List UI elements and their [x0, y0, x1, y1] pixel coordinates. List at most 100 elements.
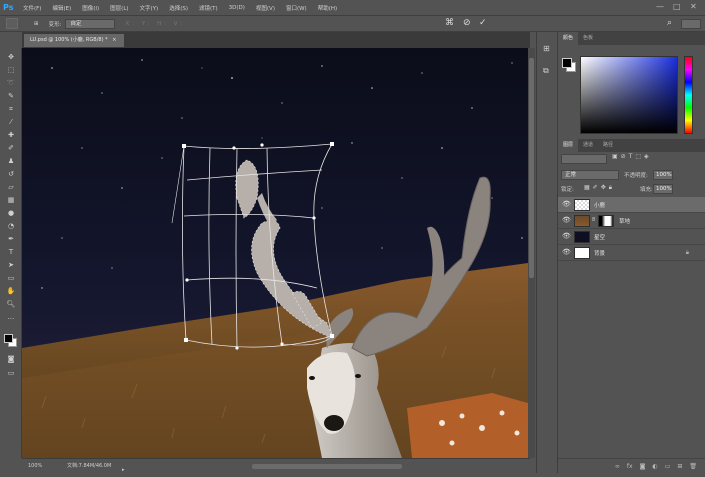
layers-panel-tabs: 图层 通道 路径: [558, 139, 705, 152]
right-panels: 颜色 色板 图层 通道 路径 ▣⊘T⬚◈ 正常 不透明度: 100% 锁定: ▦…: [558, 32, 705, 473]
menu-3d[interactable]: 3D(D): [229, 5, 245, 11]
horizontal-scrollbar[interactable]: [252, 464, 402, 469]
menu-edit[interactable]: 编辑(E): [52, 4, 71, 12]
menu-filter[interactable]: 滤镜(T): [199, 4, 218, 12]
layer-filter-select[interactable]: [561, 154, 607, 164]
commit-transform-button[interactable]: ✓: [479, 18, 487, 28]
opacity-input[interactable]: 100%: [653, 170, 673, 180]
menu-layer[interactable]: 图层(L): [110, 4, 128, 12]
tab-layers[interactable]: 图层: [558, 139, 579, 152]
screen-mode-icon[interactable]: ▭: [6, 368, 16, 378]
menu-file[interactable]: 文件(F): [23, 4, 41, 12]
color-picker-field[interactable]: [580, 56, 678, 134]
shape-tool-icon[interactable]: ▭: [6, 273, 16, 283]
layer-style-icon[interactable]: fx: [627, 463, 633, 470]
history-brush-tool-icon[interactable]: ↺: [6, 169, 16, 179]
clone-stamp-tool-icon[interactable]: ♟: [6, 156, 16, 166]
menu-view[interactable]: 视图(V): [256, 4, 275, 12]
move-tool-icon[interactable]: ✥: [6, 52, 16, 62]
blur-tool-icon[interactable]: ●: [6, 208, 16, 218]
blend-mode-select[interactable]: 正常: [561, 170, 619, 180]
brush-tool-icon[interactable]: ✐: [6, 143, 16, 153]
gradient-tool-icon[interactable]: ▦: [6, 195, 16, 205]
quick-mask-icon[interactable]: ◙: [6, 354, 16, 364]
tool-preset-icon[interactable]: [6, 18, 18, 29]
delete-layer-icon[interactable]: 🗑︎: [689, 463, 697, 470]
foreground-color-swatch[interactable]: [4, 334, 13, 343]
search-icon[interactable]: ⌕: [667, 18, 672, 28]
properties-icon[interactable]: ⧉: [543, 66, 549, 76]
type-tool-icon[interactable]: T: [6, 247, 16, 257]
eyedropper-tool-icon[interactable]: ⁄: [6, 117, 16, 127]
visibility-eye-icon[interactable]: 👁︎: [562, 233, 571, 240]
close-tab-icon[interactable]: ×: [112, 37, 116, 43]
visibility-eye-icon[interactable]: 👁︎: [562, 217, 571, 224]
warp-select[interactable]: 自定: [65, 18, 116, 29]
tab-color[interactable]: 颜色: [558, 32, 579, 45]
layer-row-grass[interactable]: 👁︎ 8 草地: [558, 213, 705, 229]
visibility-eye-icon[interactable]: 👁︎: [562, 201, 571, 208]
layer-name: 星空: [594, 235, 606, 241]
menu-help[interactable]: 帮助(H): [318, 4, 337, 12]
eraser-tool-icon[interactable]: ▱: [6, 182, 16, 192]
new-layer-icon[interactable]: ⊞: [677, 463, 682, 470]
tab-channels[interactable]: 通道: [578, 139, 598, 152]
mask-link-icon[interactable]: 8: [592, 217, 595, 223]
menu-type[interactable]: 文字(Y): [140, 4, 159, 12]
canvas-image: [22, 48, 528, 458]
layer-row-deer[interactable]: 👁︎ 小鹿: [558, 197, 705, 213]
path-select-tool-icon[interactable]: ➤: [6, 260, 16, 270]
canvas[interactable]: [22, 48, 528, 458]
close-window-button[interactable]: ✕: [690, 2, 697, 11]
layer-row-sky[interactable]: 👁︎ 星空: [558, 229, 705, 245]
maximize-button[interactable]: □: [673, 2, 681, 11]
collapsed-panels-strip: ⊞ ⧉: [536, 32, 558, 473]
quick-select-tool-icon[interactable]: ✎: [6, 91, 16, 101]
zoom-tool-icon[interactable]: 🔍︎: [6, 299, 16, 309]
menu-bar: Ps 文件(F) 编辑(E) 图像(I) 图层(L) 文字(Y) 选择(S) 滤…: [0, 0, 705, 15]
layer-row-background[interactable]: 👁︎ 背景 🔒︎: [558, 245, 705, 261]
vertical-scrollbar[interactable]: [528, 48, 535, 458]
warp-toggle-icon[interactable]: ⌘: [445, 18, 454, 28]
minimize-button[interactable]: —: [656, 2, 664, 11]
fill-input[interactable]: 100%: [653, 184, 673, 194]
history-icon[interactable]: ⊞: [543, 44, 550, 53]
add-mask-icon[interactable]: ◙: [640, 463, 646, 470]
hand-tool-icon[interactable]: ✋: [6, 286, 16, 296]
workspace-select[interactable]: [681, 19, 701, 29]
new-group-icon[interactable]: ▭: [665, 463, 671, 470]
marquee-tool-icon[interactable]: ⬚: [6, 65, 16, 75]
document-tab[interactable]: LU.psd @ 100% (小鹿, RGB/8) * ×: [24, 34, 124, 47]
deer-nose: [324, 415, 344, 431]
menu-select[interactable]: 选择(S): [169, 4, 188, 12]
layer-mask-thumbnail[interactable]: [598, 215, 614, 227]
visibility-eye-icon[interactable]: 👁︎: [562, 249, 571, 256]
scrollbar-thumb[interactable]: [529, 58, 534, 278]
tools-panel: ✥ ⬚ ➰ ✎ ⌗ ⁄ ✚ ✐ ♟ ↺ ▱ ▦ ● ◔ ✒ T ➤ ▭ ✋ 🔍︎…: [0, 48, 22, 458]
link-layers-icon[interactable]: ∞: [615, 463, 620, 470]
layer-name: 背景: [594, 251, 606, 257]
transform-mode-icon[interactable]: ⊞: [34, 21, 39, 27]
crop-tool-icon[interactable]: ⌗: [6, 104, 16, 114]
dodge-tool-icon[interactable]: ◔: [6, 221, 16, 231]
status-menu-arrow[interactable]: ▸: [122, 463, 125, 477]
layer-filter-icons[interactable]: ▣⊘T⬚◈: [612, 153, 652, 160]
cancel-transform-button[interactable]: ⊘: [463, 18, 471, 28]
healing-brush-tool-icon[interactable]: ✚: [6, 130, 16, 140]
document-tab-label: LU.psd @ 100% (小鹿, RGB/8) *: [30, 37, 108, 43]
hue-slider[interactable]: [684, 56, 693, 134]
menu-window[interactable]: 窗口(W): [286, 4, 307, 12]
lasso-tool-icon[interactable]: ➰: [6, 78, 16, 88]
more-tools-icon[interactable]: ···: [6, 314, 16, 324]
tab-paths[interactable]: 路径: [598, 139, 618, 152]
layer-thumbnail: [574, 247, 590, 259]
adjustment-layer-icon[interactable]: ◐: [652, 463, 657, 470]
lock-icons[interactable]: ▦✐✥🔒︎: [584, 184, 615, 192]
tab-swatches[interactable]: 色板: [578, 32, 598, 45]
layers-panel-footer: ∞ fx ◙ ◐ ▭ ⊞ 🗑︎: [558, 458, 705, 473]
zoom-level[interactable]: 100%: [28, 459, 42, 473]
pen-tool-icon[interactable]: ✒: [6, 234, 16, 244]
layer-controls: 正常 不透明度: 100% 锁定: ▦✐✥🔒︎ 填充: 100%: [558, 166, 705, 198]
menu-image[interactable]: 图像(I): [82, 4, 99, 12]
color-panel-foreground[interactable]: [562, 58, 572, 68]
